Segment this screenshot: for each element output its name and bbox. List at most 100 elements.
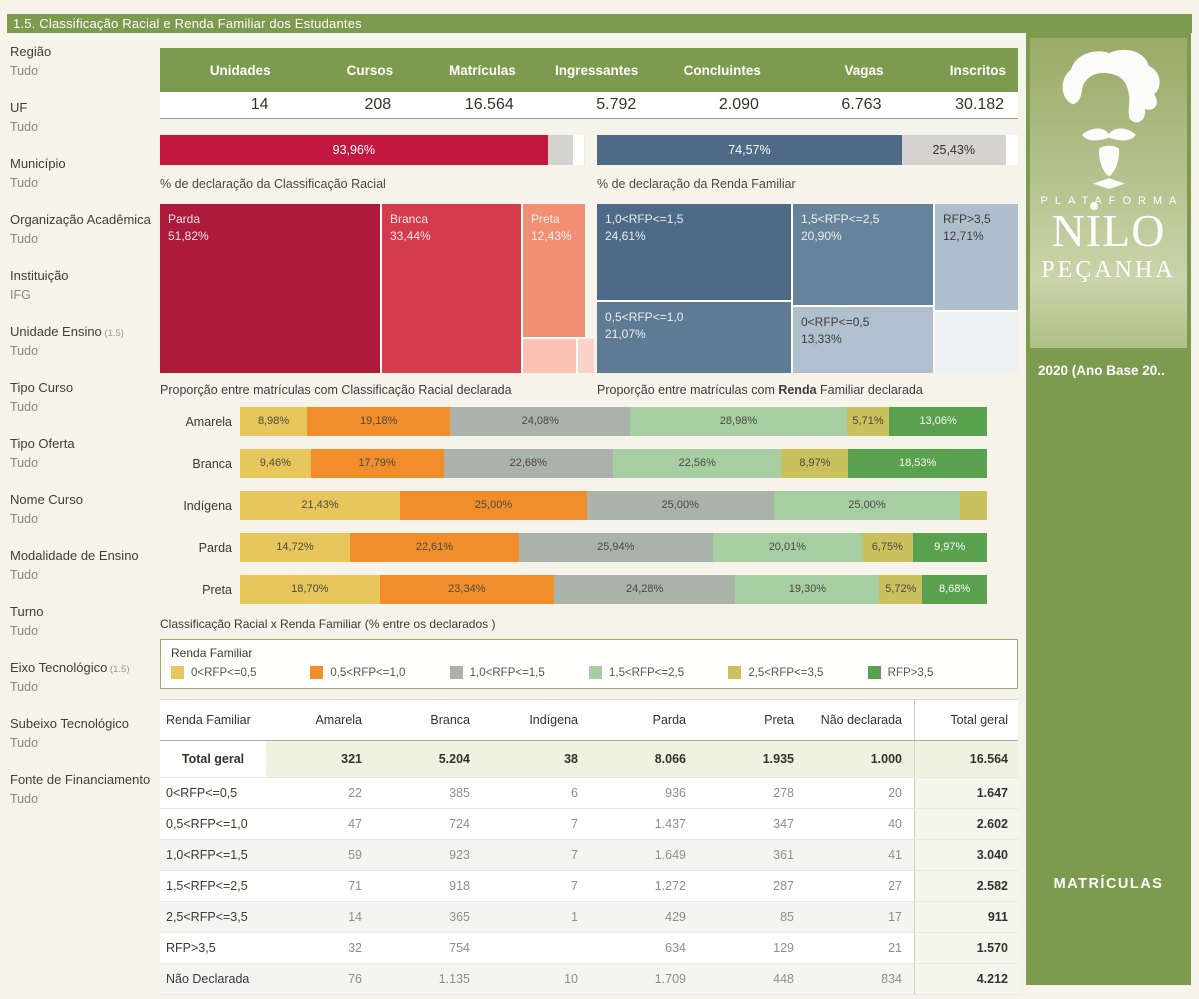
- title-prefix: Proporção entre matrículas com: [597, 383, 778, 397]
- treemap-cell-rfp-2-5-3-5[interactable]: [935, 312, 1018, 373]
- data-cell-6: 834: [806, 964, 914, 994]
- filter-label: Fonte de Financiamento: [10, 772, 158, 787]
- table-row-2: 0,5<RFP<=1,04772471.437347402.602: [160, 809, 1018, 840]
- data-cell-7: 1.647: [914, 778, 1018, 808]
- data-cell-2: 918: [374, 871, 482, 901]
- legend-item-4[interactable]: 1,5<RFP<=2,5: [589, 666, 728, 679]
- treemap-cell-preta[interactable]: Preta 12,43%: [523, 204, 585, 337]
- filter-value-dropdown[interactable]: Tudo: [10, 568, 158, 582]
- filter-label: Organização Acadêmica: [10, 212, 158, 227]
- metric-value-2: 208: [283, 96, 406, 114]
- undeclared-segment[interactable]: [548, 135, 573, 165]
- data-cell-1: 47: [266, 809, 374, 839]
- treemap-cell-label: 0,5<RFP<=1,0: [605, 309, 783, 326]
- stacked-segment-1[interactable]: 14,72%: [240, 533, 350, 562]
- filter-value-dropdown[interactable]: Tudo: [10, 120, 158, 134]
- legend-item-1[interactable]: 0<RFP<=0,5: [171, 666, 310, 679]
- stacked-segment-5[interactable]: 8,97%: [781, 449, 848, 478]
- metric-header-6: Vagas: [773, 63, 896, 78]
- stacked-segment-2[interactable]: 23,34%: [380, 575, 554, 604]
- filter-value-dropdown[interactable]: Tudo: [10, 624, 158, 638]
- stacked-segment-1[interactable]: 18,70%: [240, 575, 380, 604]
- stacked-segment-2[interactable]: 22,61%: [350, 533, 519, 562]
- legend-item-6[interactable]: RFP>3,5: [868, 666, 1007, 679]
- data-cell-2: 365: [374, 902, 482, 932]
- stacked-segment-5[interactable]: 6,75%: [862, 533, 912, 562]
- data-cell-5: 361: [698, 840, 806, 870]
- treemap-cell-rfp-0-0-5[interactable]: 0<RFP<=0,5 13,33%: [793, 307, 933, 373]
- stacked-segment-1[interactable]: 21,43%: [240, 491, 400, 520]
- stacked-segment-1[interactable]: 8,98%: [240, 407, 307, 436]
- filter-value-dropdown[interactable]: IFG: [10, 288, 158, 302]
- undeclared-segment[interactable]: 25,43%: [902, 135, 1006, 165]
- table-row-3: 1,0<RFP<=1,55992371.649361413.040: [160, 840, 1018, 871]
- stacked-segment-4[interactable]: 22,56%: [613, 449, 782, 478]
- filter-block-13: Subeixo TecnológicoTudo: [10, 716, 158, 772]
- filter-sidebar: RegiãoTudoUFTudoMunicípioTudoOrganização…: [10, 44, 158, 828]
- stacked-segment-5[interactable]: 5,72%: [879, 575, 922, 604]
- filter-value-dropdown[interactable]: Tudo: [10, 512, 158, 526]
- logo-letter: N: [1052, 205, 1086, 256]
- stacked-segment-3[interactable]: 25,00%: [587, 491, 774, 520]
- treemap-cell-branca[interactable]: Branca 33,44%: [382, 204, 521, 373]
- stacked-segment-3[interactable]: 25,94%: [519, 533, 713, 562]
- stacked-segment-6[interactable]: 13,06%: [889, 407, 987, 436]
- legend-item-label: 2,5<RFP<=3,5: [748, 667, 823, 679]
- stacked-segment-6[interactable]: 8,68%: [922, 575, 987, 604]
- stacked-segment-5[interactable]: 5,71%: [847, 407, 890, 436]
- filter-value-dropdown[interactable]: Tudo: [10, 736, 158, 750]
- filter-value-dropdown[interactable]: Tudo: [10, 456, 158, 470]
- stacked-segment-2[interactable]: 19,18%: [307, 407, 450, 436]
- filter-value-dropdown[interactable]: Tudo: [10, 344, 158, 358]
- stacked-segment-3[interactable]: 24,28%: [554, 575, 735, 604]
- treemap-cell-rfp-gt-3-5[interactable]: RFP>3,5 12,71%: [935, 204, 1018, 310]
- treemap-cell-indigena[interactable]: [578, 339, 594, 373]
- legend-item-2[interactable]: 0,5<RFP<=1,0: [310, 666, 449, 679]
- stacked-segment-3[interactable]: 24,08%: [450, 407, 630, 436]
- stacked-segment-4[interactable]: 25,00%: [774, 491, 961, 520]
- stacked-segment-2[interactable]: 25,00%: [400, 491, 587, 520]
- stacked-bar-chart: Amarela8,98%19,18%24,08%28,98%5,71%13,06…: [160, 407, 1018, 604]
- stacked-segment-4[interactable]: 20,01%: [713, 533, 862, 562]
- declared-segment[interactable]: 93,96%: [160, 135, 548, 165]
- year-base-label[interactable]: 2020 (Ano Base 20..: [1038, 363, 1165, 378]
- stacked-segment-1[interactable]: 9,46%: [240, 449, 311, 478]
- legend-item-label: 0<RFP<=0,5: [191, 667, 257, 679]
- column-header-6: Preta: [698, 700, 806, 740]
- table-total-row: Total geral3215.204388.0661.9351.00016.5…: [160, 741, 1018, 778]
- treemap-cell-label: Parda: [168, 211, 372, 228]
- filter-label: UF: [10, 100, 158, 115]
- income-declaration-bar: 74,57%25,43%: [597, 135, 1018, 165]
- stacked-segment-4[interactable]: 19,30%: [735, 575, 879, 604]
- filter-value-dropdown[interactable]: Tudo: [10, 176, 158, 190]
- legend-swatch-icon: [728, 666, 741, 679]
- stacked-segment-6[interactable]: 9,97%: [913, 533, 987, 562]
- row-label: 1,5<RFP<=2,5: [160, 871, 266, 901]
- metric-value-5: 2.090: [650, 96, 773, 114]
- stacked-segment-4[interactable]: 28,98%: [630, 407, 846, 436]
- stacked-chart-subtitle: Classificação Racial x Renda Familiar (%…: [160, 617, 1018, 631]
- filter-block-9: Nome CursoTudo: [10, 492, 158, 548]
- stacked-segment-2[interactable]: 17,79%: [311, 449, 444, 478]
- filter-value-dropdown[interactable]: Tudo: [10, 400, 158, 414]
- stacked-segment-5[interactable]: [960, 491, 987, 520]
- treemap-cell-rfp-1-0-1-5[interactable]: 1,0<RFP<=1,5 24,61%: [597, 204, 791, 300]
- treemap-cell-parda[interactable]: Parda 51,82%: [160, 204, 380, 373]
- treemap-cell-rfp-1-5-2-5[interactable]: 1,5<RFP<=2,5 20,90%: [793, 204, 933, 305]
- treemap-cell-value: 51,82%: [168, 228, 372, 245]
- declared-segment[interactable]: 74,57%: [597, 135, 902, 165]
- stacked-segment-6[interactable]: 18,53%: [848, 449, 986, 478]
- filter-value-dropdown[interactable]: Tudo: [10, 232, 158, 246]
- stacked-segment-3[interactable]: 22,68%: [444, 449, 613, 478]
- filter-value-dropdown[interactable]: Tudo: [10, 792, 158, 806]
- filter-value-dropdown[interactable]: Tudo: [10, 680, 158, 694]
- filter-value-dropdown[interactable]: Tudo: [10, 64, 158, 78]
- legend-item-3[interactable]: 1,0<RFP<=1,5: [450, 666, 589, 679]
- legend-item-5[interactable]: 2,5<RFP<=3,5: [728, 666, 867, 679]
- treemap-cell-value: 20,90%: [801, 228, 925, 245]
- metric-value-1: 14: [160, 96, 283, 114]
- treemap-cell-rfp-0-5-1-0[interactable]: 0,5<RFP<=1,0 21,07%: [597, 302, 791, 373]
- treemap-cell-amarela[interactable]: [523, 339, 576, 373]
- stacked-row-label: Branca: [160, 457, 240, 471]
- data-cell-1: 76: [266, 964, 374, 994]
